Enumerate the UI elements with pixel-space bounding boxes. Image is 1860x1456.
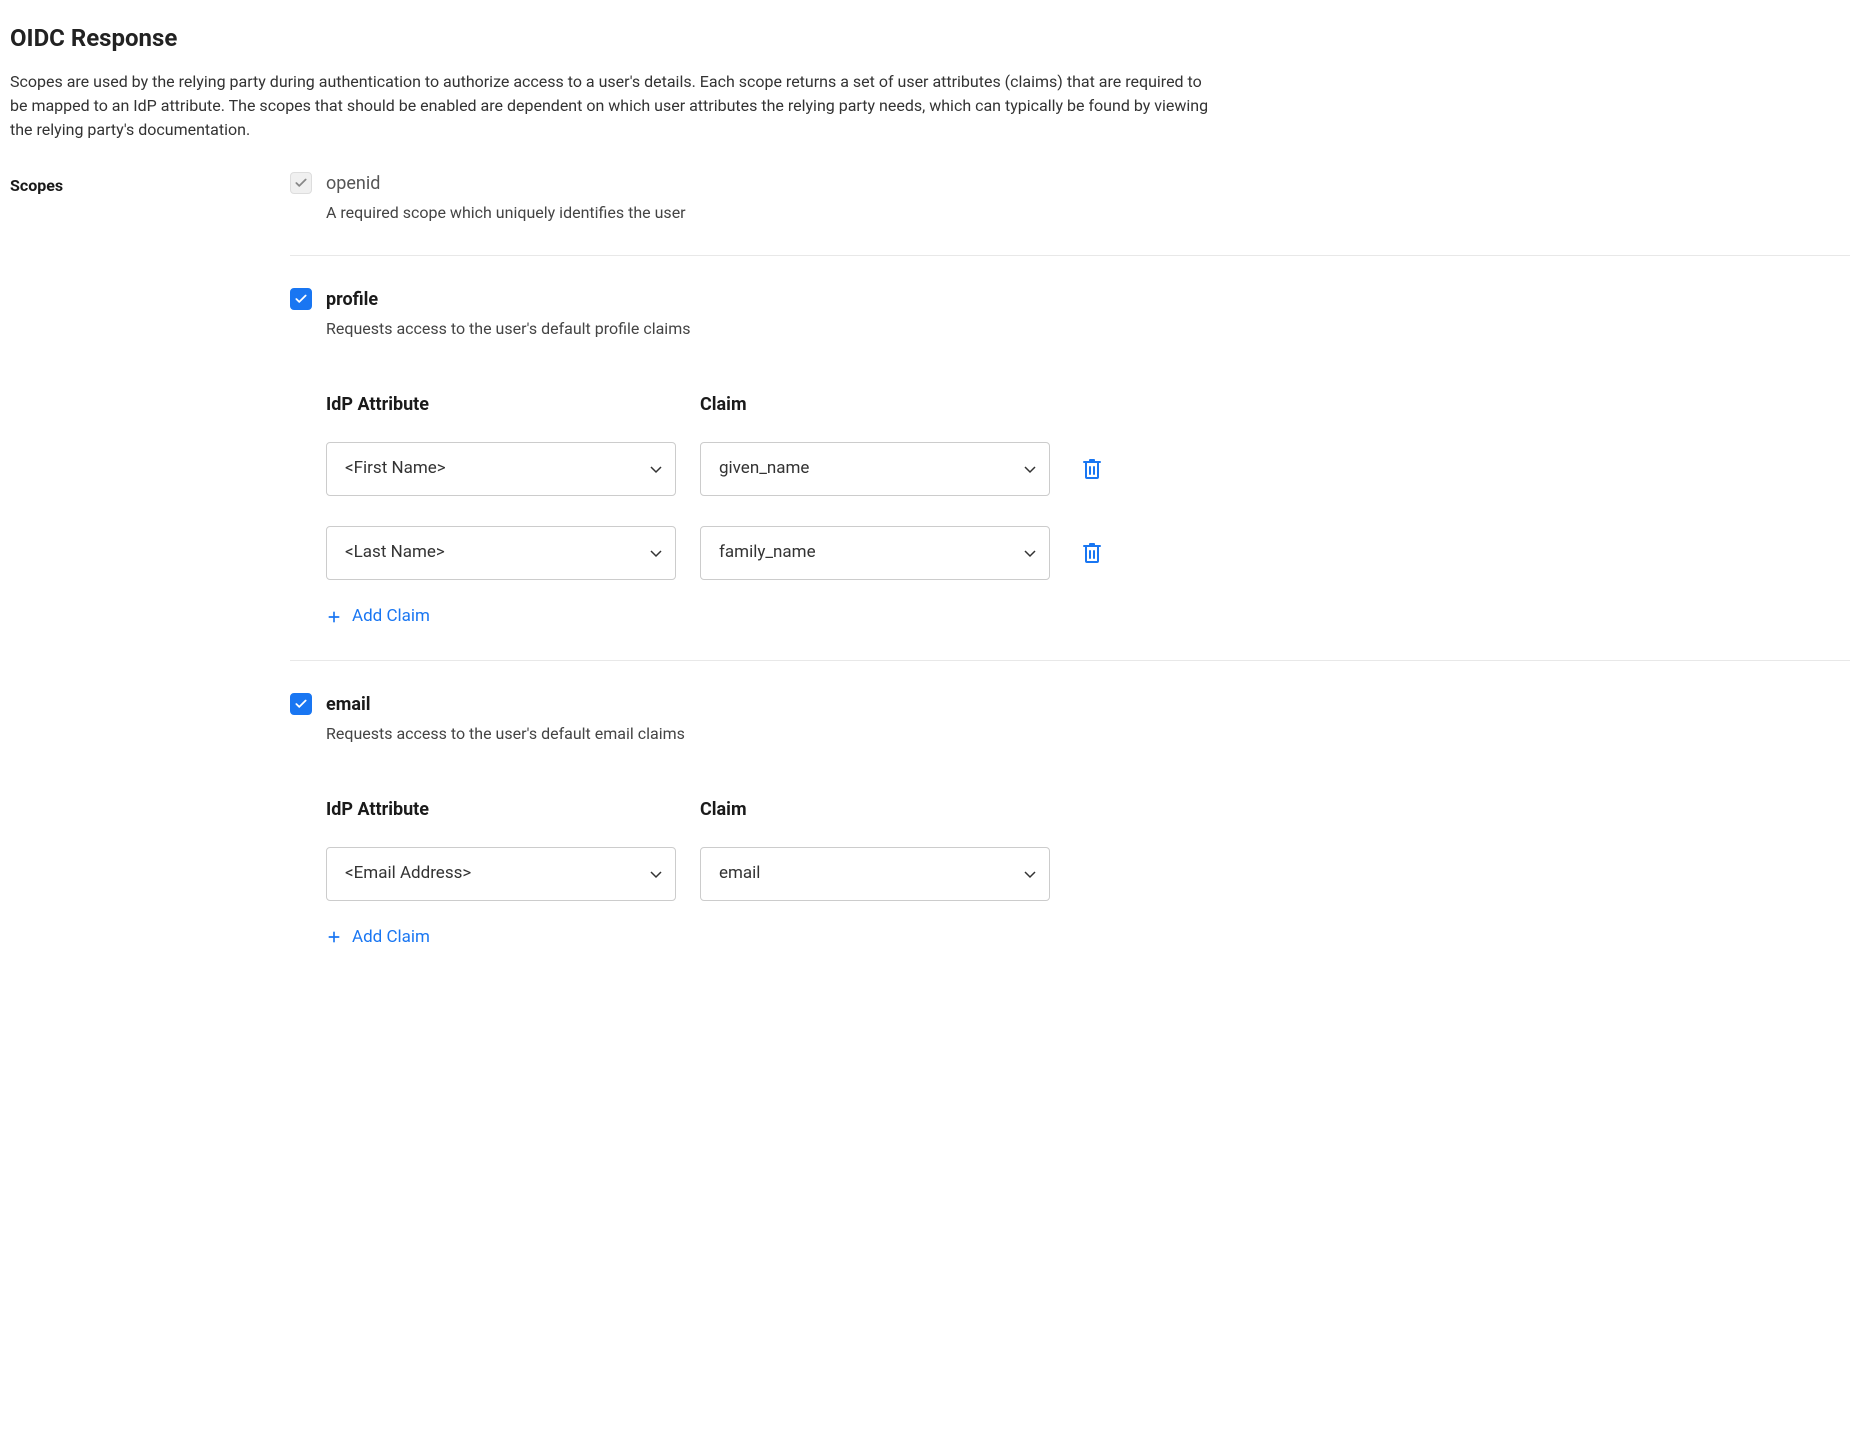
idp-attribute-header: IdP Attribute (326, 391, 676, 418)
scope-email-desc: Requests access to the user's default em… (326, 722, 1850, 746)
scope-profile: profile Requests access to the user's de… (290, 286, 1850, 661)
scopes-label: Scopes (10, 170, 290, 198)
claim-row: <Last Name> family_name (326, 526, 1850, 580)
scope-email-name: email (326, 691, 1850, 718)
page-title: OIDC Response (10, 20, 1850, 56)
idp-attribute-select[interactable]: <Last Name> (326, 526, 676, 580)
checkbox-profile[interactable] (290, 288, 312, 310)
idp-attribute-header: IdP Attribute (326, 796, 676, 823)
scope-profile-desc: Requests access to the user's default pr… (326, 317, 1850, 341)
plus-icon (326, 609, 342, 625)
add-claim-button[interactable]: Add Claim (326, 604, 1850, 630)
checkbox-openid (290, 172, 312, 194)
claim-header: Claim (700, 391, 1050, 418)
claim-header: Claim (700, 796, 1050, 823)
claim-select[interactable]: email (700, 847, 1050, 901)
add-claim-button[interactable]: Add Claim (326, 925, 1850, 951)
page-description: Scopes are used by the relying party dur… (10, 70, 1210, 142)
claim-row: <First Name> given_name (326, 442, 1850, 496)
add-claim-label: Add Claim (352, 925, 430, 951)
idp-attribute-select[interactable]: <Email Address> (326, 847, 676, 901)
idp-attribute-select[interactable]: <First Name> (326, 442, 676, 496)
add-claim-label: Add Claim (352, 604, 430, 630)
check-icon (294, 292, 308, 306)
scope-profile-name: profile (326, 286, 1850, 313)
scope-openid-name: openid (326, 170, 1850, 197)
claim-row: <Email Address> email (326, 847, 1850, 901)
delete-claim-button[interactable] (1082, 542, 1102, 564)
checkbox-email[interactable] (290, 693, 312, 715)
scope-openid: openid A required scope which uniquely i… (290, 170, 1850, 256)
check-icon (294, 176, 308, 190)
plus-icon (326, 929, 342, 945)
claim-select[interactable]: given_name (700, 442, 1050, 496)
scope-email: email Requests access to the user's defa… (290, 691, 1850, 951)
scope-openid-desc: A required scope which uniquely identifi… (326, 201, 1850, 225)
trash-icon (1083, 543, 1101, 563)
delete-claim-button[interactable] (1082, 458, 1102, 480)
check-icon (294, 697, 308, 711)
trash-icon (1083, 459, 1101, 479)
claim-select[interactable]: family_name (700, 526, 1050, 580)
